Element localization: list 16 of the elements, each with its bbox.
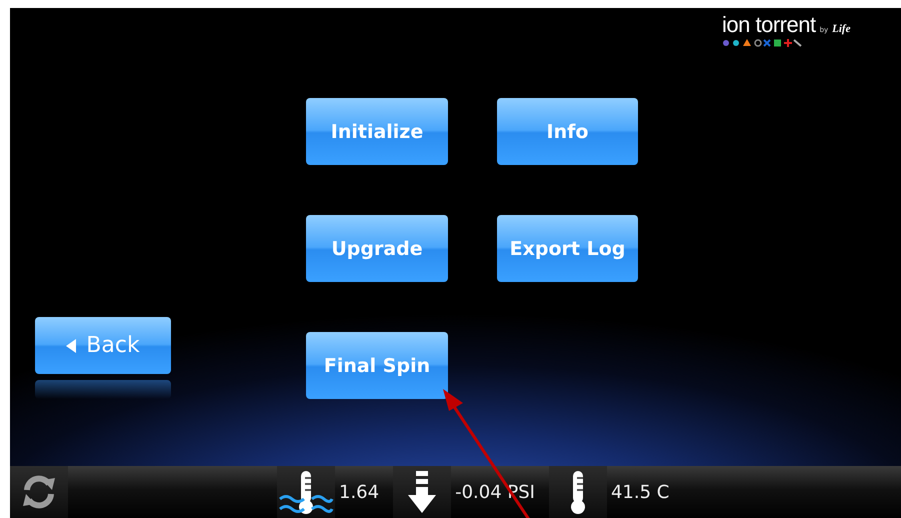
menu-button[interactable]: Export Log: [497, 215, 638, 282]
sensor-reading: 1.64: [339, 482, 380, 502]
menu-button[interactable]: Final Spin: [306, 332, 448, 399]
menu-button[interactable]: Upgrade: [306, 215, 448, 282]
refresh-button[interactable]: [10, 466, 68, 518]
refresh-icon: [21, 474, 57, 510]
back-button[interactable]: Back: [35, 317, 171, 374]
maker-name: Life: [832, 23, 850, 35]
down-arrow-icon: [407, 469, 438, 515]
left-triangle-icon: [66, 338, 76, 353]
sensor-reading: 41.5 C: [610, 482, 670, 502]
menu-button[interactable]: Info: [497, 98, 638, 165]
menu-button[interactable]: Initialize: [306, 98, 448, 165]
brand-name: ion torrent: [722, 12, 816, 38]
thermometer-waves-icon: [278, 469, 334, 515]
symbols-icon: [722, 38, 802, 47]
